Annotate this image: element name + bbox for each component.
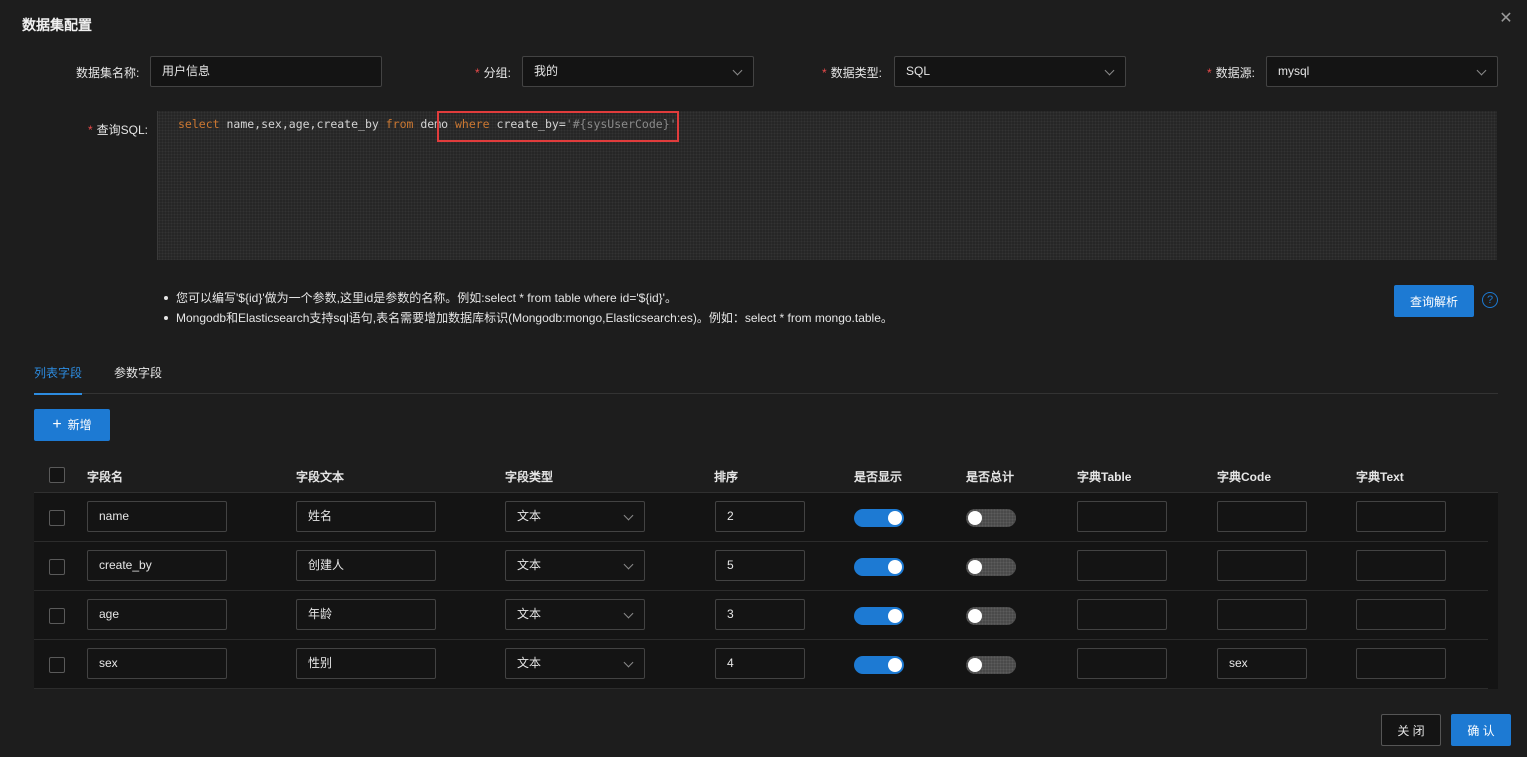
field-type-select[interactable]: 文本 — [505, 599, 645, 630]
parse-query-button[interactable]: 查询解析 — [1394, 285, 1474, 317]
field-type-select[interactable]: 文本 — [505, 501, 645, 532]
show-switch[interactable] — [854, 558, 904, 576]
dataset-name-label: 数据集名称: — [76, 66, 140, 80]
header-cell: 字段文本 — [296, 470, 345, 484]
dict-code-input[interactable] — [1217, 550, 1307, 581]
dict-table-input[interactable] — [1077, 501, 1167, 532]
data-source-select[interactable]: mysql — [1266, 56, 1498, 87]
chevron-down-icon — [1476, 65, 1487, 76]
switch-knob — [968, 560, 982, 574]
switch-knob — [968, 511, 982, 525]
plus-icon: + — [52, 416, 62, 433]
sql-editor[interactable]: select name,sex,age,create_by from demo … — [157, 111, 1497, 260]
chevron-down-icon — [623, 559, 634, 570]
header-cell: 是否显示 — [854, 470, 903, 484]
switch-knob — [968, 658, 982, 672]
chevron-down-icon — [1104, 65, 1115, 76]
field-text-input[interactable]: 姓名 — [296, 501, 436, 532]
dialog-title: 数据集配置 — [22, 17, 92, 33]
field-name-input[interactable]: create_by — [87, 550, 227, 581]
sql-label: * 查询SQL: — [88, 123, 149, 137]
chevron-down-icon — [732, 65, 743, 76]
fields-table: 字段名 字段文本 字段类型 排序 是否显示 是否总计 字典Table 字典Cod… — [34, 458, 1498, 689]
show-switch[interactable] — [854, 509, 904, 527]
tip-item: Mongodb和Elasticsearch支持sql语句,表名需要增加数据库标识… — [162, 308, 893, 328]
field-name-input[interactable]: name — [87, 501, 227, 532]
dict-table-input[interactable] — [1077, 550, 1167, 581]
close-button[interactable]: 关 闭 — [1381, 714, 1441, 746]
field-name-input[interactable]: sex — [87, 648, 227, 679]
header-cell: 字段类型 — [505, 470, 554, 484]
switch-knob — [888, 511, 902, 525]
header-cell: 是否总计 — [966, 470, 1015, 484]
field-text-input[interactable]: 年龄 — [296, 599, 436, 630]
select-all-checkbox[interactable] — [49, 467, 65, 483]
dict-table-input[interactable] — [1077, 648, 1167, 679]
header-cell: 字段名 — [87, 470, 124, 484]
group-select[interactable]: 我的 — [522, 56, 754, 87]
chevron-down-icon — [623, 608, 634, 619]
table-row: age 年龄 文本 3 — [34, 591, 1488, 640]
total-switch[interactable] — [966, 509, 1016, 527]
row-checkbox[interactable] — [49, 657, 65, 673]
group-label: * 分组: — [475, 66, 512, 80]
highlight-box — [437, 111, 679, 142]
add-button[interactable]: + 新增 — [34, 409, 110, 441]
field-text-input[interactable]: 创建人 — [296, 550, 436, 581]
dataset-name-input[interactable]: 用户信息 — [150, 56, 382, 87]
header-cell: 排序 — [714, 470, 739, 484]
switch-knob — [888, 658, 902, 672]
dict-code-input[interactable] — [1217, 599, 1307, 630]
field-name-input[interactable]: age — [87, 599, 227, 630]
tip-item: 您可以编写'${id}'做为一个参数,这里id是参数的名称。例如:select … — [162, 288, 893, 308]
data-type-label: * 数据类型: — [822, 66, 883, 80]
header-cell: 字典Code — [1217, 470, 1272, 484]
order-input[interactable]: 4 — [715, 648, 805, 679]
data-source-label: * 数据源: — [1207, 66, 1256, 80]
switch-knob — [968, 609, 982, 623]
tabs-bar: 列表字段 参数字段 — [34, 356, 1498, 395]
field-type-select[interactable]: 文本 — [505, 648, 645, 679]
chevron-down-icon — [623, 510, 634, 521]
dict-table-input[interactable] — [1077, 599, 1167, 630]
chevron-down-icon — [623, 657, 634, 668]
field-text-input[interactable]: 性别 — [296, 648, 436, 679]
table-row: name 姓名 文本 2 — [34, 493, 1488, 542]
field-type-select[interactable]: 文本 — [505, 550, 645, 581]
switch-knob — [888, 609, 902, 623]
total-switch[interactable] — [966, 607, 1016, 625]
row-checkbox[interactable] — [49, 559, 65, 575]
confirm-button[interactable]: 确 认 — [1451, 714, 1511, 746]
tab-list-fields[interactable]: 列表字段 — [34, 364, 83, 395]
header-cell: 字典Text — [1356, 470, 1404, 484]
order-input[interactable]: 5 — [715, 550, 805, 581]
dict-text-input[interactable] — [1356, 599, 1446, 630]
dict-code-input[interactable] — [1217, 501, 1307, 532]
dict-text-input[interactable] — [1356, 550, 1446, 581]
data-type-select[interactable]: SQL — [894, 56, 1126, 87]
dict-text-input[interactable] — [1356, 648, 1446, 679]
tab-param-fields[interactable]: 参数字段 — [114, 364, 162, 393]
help-icon[interactable]: ? — [1482, 292, 1498, 308]
header-cell: 字典Table — [1077, 470, 1132, 484]
dict-text-input[interactable] — [1356, 501, 1446, 532]
total-switch[interactable] — [966, 558, 1016, 576]
tips-list: 您可以编写'${id}'做为一个参数,这里id是参数的名称。例如:select … — [162, 288, 893, 328]
total-switch[interactable] — [966, 656, 1016, 674]
show-switch[interactable] — [854, 656, 904, 674]
order-input[interactable]: 3 — [715, 599, 805, 630]
switch-knob — [888, 560, 902, 574]
dict-code-input[interactable]: sex — [1217, 648, 1307, 679]
close-icon[interactable]: ✕ — [1497, 10, 1515, 28]
table-row: create_by 创建人 文本 5 — [34, 542, 1488, 591]
row-checkbox[interactable] — [49, 608, 65, 624]
order-input[interactable]: 2 — [715, 501, 805, 532]
show-switch[interactable] — [854, 607, 904, 625]
table-header: 字段名 字段文本 字段类型 排序 是否显示 是否总计 字典Table 字典Cod… — [34, 458, 1498, 493]
row-checkbox[interactable] — [49, 510, 65, 526]
table-row: sex 性别 文本 4 sex — [34, 640, 1488, 689]
